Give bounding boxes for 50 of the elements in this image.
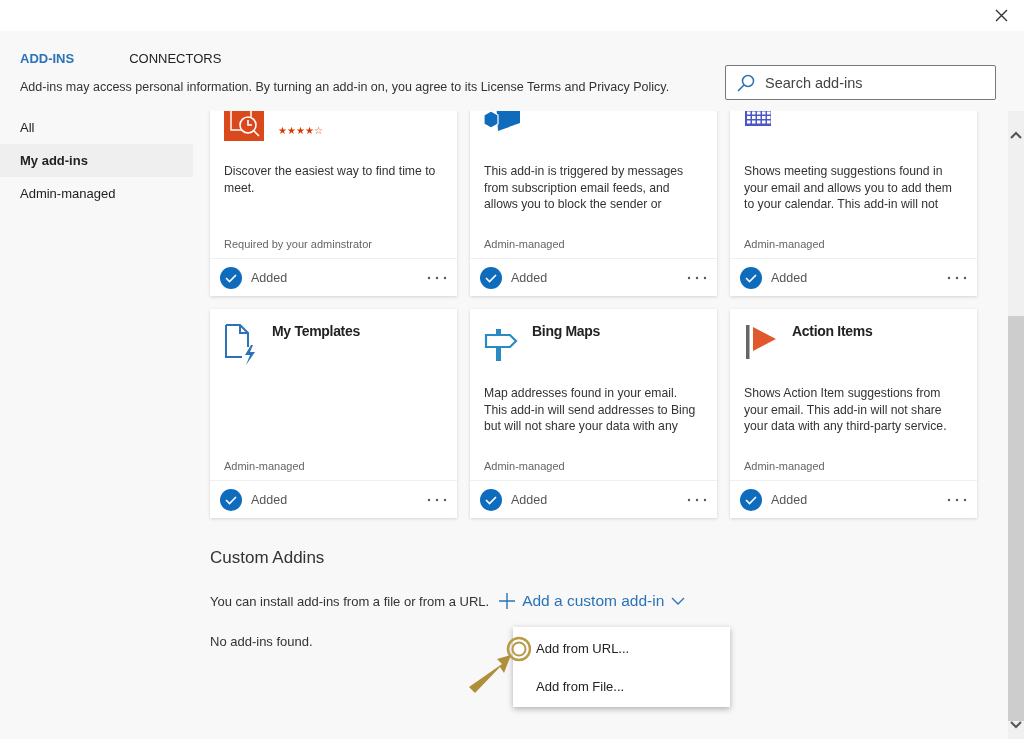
more-icon[interactable] (687, 275, 707, 280)
more-icon[interactable] (947, 275, 967, 280)
managed-label: Required by your adminstrator (224, 238, 372, 250)
close-icon[interactable] (995, 9, 1008, 22)
chevron-down-icon (671, 597, 686, 605)
sidebar-item[interactable]: Admin-managed (0, 177, 193, 210)
menu-item[interactable]: Add from File... (513, 668, 730, 704)
search-field[interactable]: Search add-ins (725, 65, 996, 100)
more-icon[interactable] (427, 275, 447, 280)
addin-description: Shows meeting suggestions found in your email and allows you to add them to your calendar. This add-in will not (744, 164, 952, 211)
addin-title: Action Items (792, 323, 873, 339)
flag-icon (744, 323, 778, 361)
tab[interactable]: ADD-INS (20, 50, 75, 66)
install-hint: You can install add-ins from a file or from a URL. (210, 593, 490, 609)
sidebar-item[interactable]: All (0, 111, 193, 144)
managed-label: Admin-managed (484, 238, 565, 250)
notice-text: Add-ins may access personal information. By turning an add-in on, you agree to its License Terms and Privacy Policy. (20, 79, 670, 94)
status-text: Added (251, 492, 288, 507)
empty-message: No add-ins found. (210, 634, 313, 649)
more-icon[interactable] (947, 497, 967, 502)
addin-description: Discover the easiest way to find time to meet. (224, 164, 436, 195)
addin-description: Map addresses found in your email. This add-in will send addresses to Bing but will not share your data with any (484, 386, 696, 433)
managed-label: Admin-managed (484, 460, 565, 472)
search-icon (737, 74, 755, 92)
chevron-down-icon[interactable] (1010, 721, 1022, 729)
status-text: Added (511, 492, 548, 507)
chevron-up-icon[interactable] (1010, 131, 1022, 139)
plus-icon (499, 593, 516, 609)
more-icon[interactable] (687, 497, 707, 502)
addin-title: My Templates (272, 323, 360, 339)
document-bolt-icon (224, 323, 258, 365)
more-icon[interactable] (427, 497, 447, 502)
sidebar-item[interactable]: My add-ins (0, 144, 193, 177)
managed-label: Admin-managed (744, 460, 825, 472)
add-custom-addin-button[interactable]: Add a custom add-in (499, 592, 686, 610)
managed-label: Admin-managed (744, 238, 825, 250)
managed-label: Admin-managed (224, 460, 305, 472)
status-text: Added (771, 492, 808, 507)
star-rating: ★★★★☆ (278, 125, 323, 136)
addin-description: Shows Action Item suggestions from your email. This add-in will not share your data with any third-party service. (744, 386, 947, 433)
addin-title: Bing Maps (532, 323, 601, 339)
tab[interactable]: CONNECTORS (129, 50, 222, 66)
status-text: Added (511, 270, 548, 285)
section-heading: Custom Addins (210, 548, 326, 568)
status-text: Added (771, 270, 808, 285)
status-text: Added (251, 270, 288, 285)
addin-description: This add-in is triggered by messages from subscription email feeds, and allows you to block the sender or (484, 164, 684, 211)
scrollbar[interactable] (1008, 111, 1024, 739)
menu-item[interactable]: Add from URL... (513, 630, 730, 666)
scrollbar-thumb[interactable] (1008, 315, 1024, 721)
